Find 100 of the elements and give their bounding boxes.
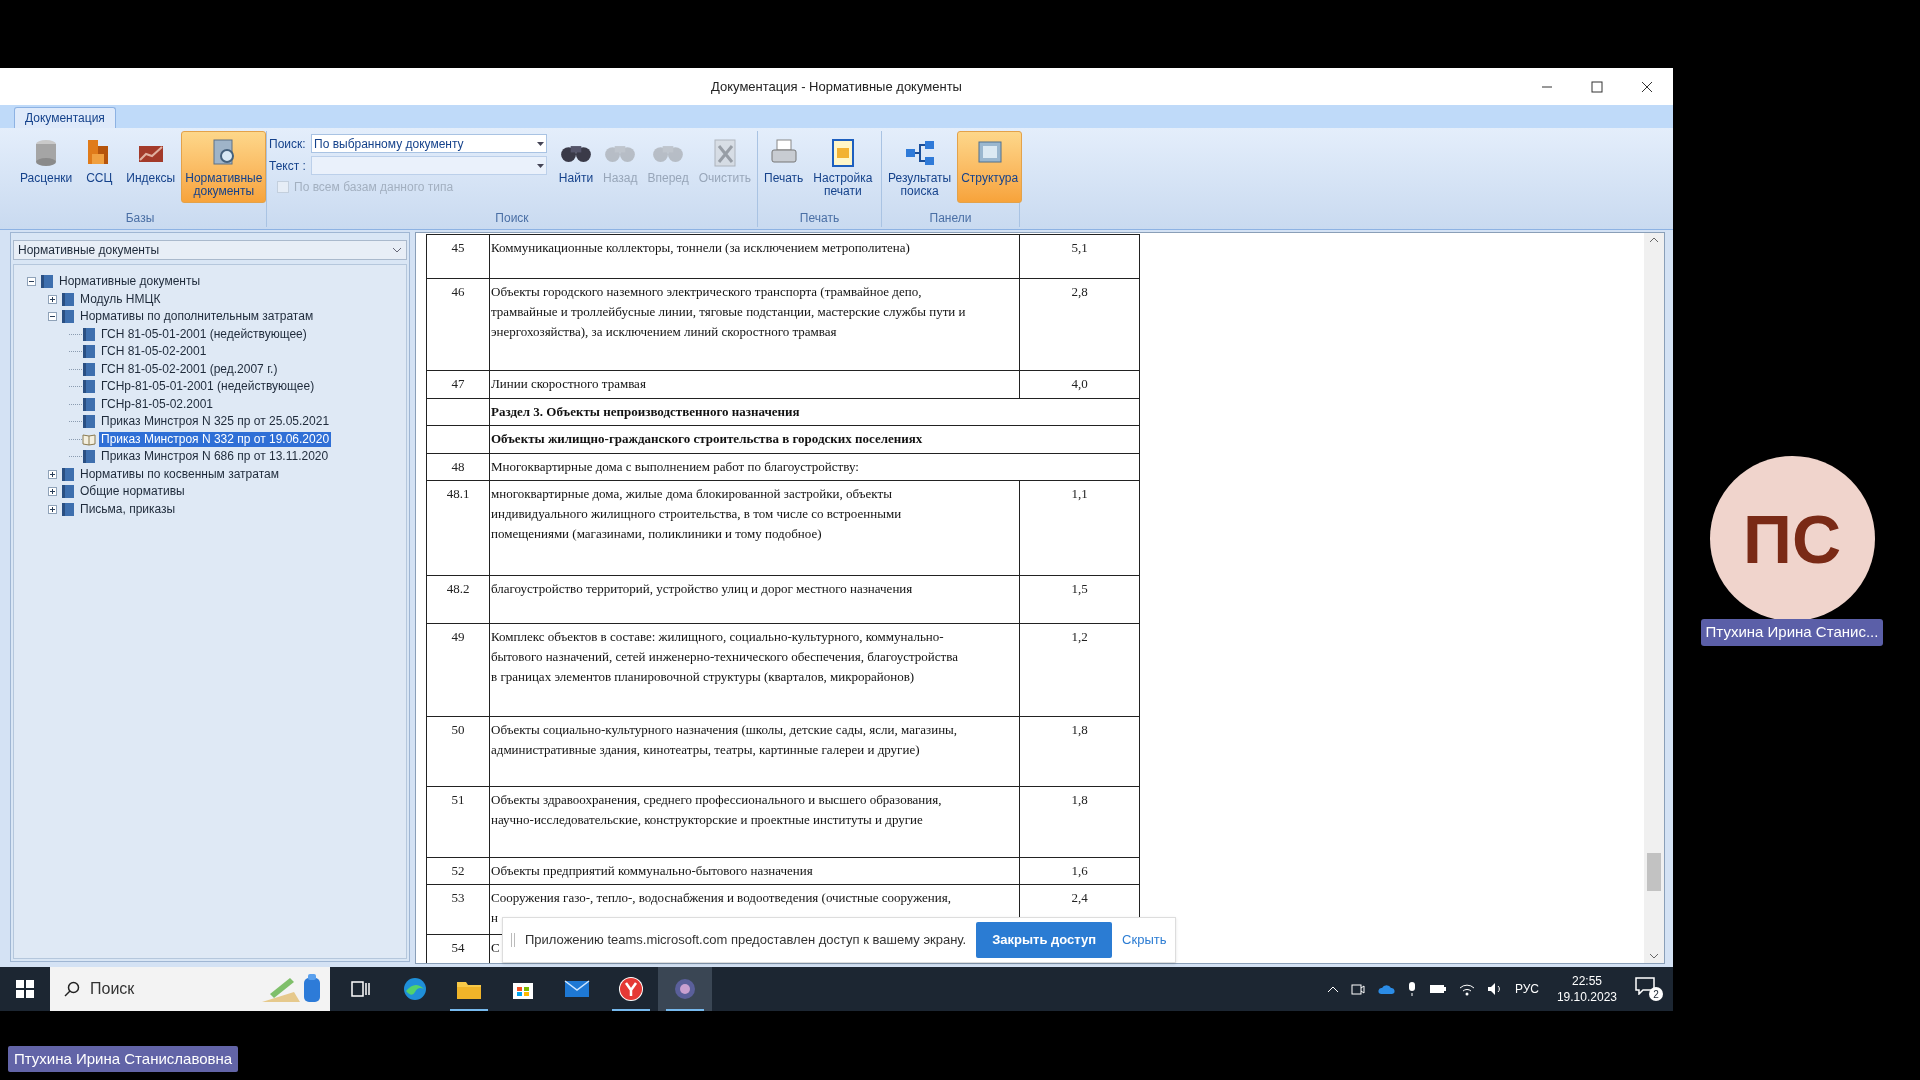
row-description-line: Объекты городского наземного электрического транспорта (трамвайное депо, [491, 283, 922, 301]
tree-item[interactable]: Нормативные документы [57, 274, 203, 290]
tree-item[interactable]: ГСНр-81-05-01-2001 (недействующее) [99, 379, 317, 395]
row-description-line: трамвайные и троллейбусные линии, тяговые подстанции, мастерские службы пути и [491, 303, 966, 321]
language-indicator[interactable]: РУС [1514, 980, 1539, 998]
row-description-line: энергохозяйства), за исключением линий скоростного трамвая [491, 323, 837, 341]
ribbon-button[interactable]: Печать [760, 131, 808, 203]
book-icon [82, 344, 96, 360]
group-label: Печать [798, 211, 841, 227]
row-number: 48 [451, 458, 465, 475]
notification-icon[interactable] [1635, 977, 1655, 995]
ribbon-button[interactable]: Найти [554, 131, 598, 203]
tree-item[interactable]: ГСН 81-05-02-2001 [99, 344, 209, 360]
field-label: Текст : [269, 157, 307, 175]
row-value: 2,8 [1071, 283, 1088, 300]
book-icon [40, 274, 54, 290]
search-dropdown[interactable]: По выбранному документу [311, 134, 547, 153]
row-value: 1,1 [1071, 485, 1088, 502]
expand-icon[interactable] [48, 504, 57, 514]
group-label: Поиск [494, 211, 530, 227]
row-number: 50 [451, 721, 465, 738]
ribbon-button[interactable]: Настройка печати [809, 131, 877, 203]
row-description-line: Многоквартирные дома с выполнением работ по благоустройству: [491, 458, 859, 476]
row-value: 1,5 [1071, 580, 1088, 597]
ribbon-tab[interactable]: Документация [14, 107, 116, 128]
book-icon [61, 501, 75, 517]
collapse-icon[interactable] [27, 277, 36, 287]
tree-item[interactable]: Письма, приказы [78, 501, 178, 517]
book-icon [61, 466, 75, 482]
drag-handle-icon[interactable] [511, 933, 515, 947]
row-description-line: С [491, 939, 500, 957]
row-number: 48.2 [446, 580, 470, 597]
taskbar-search-field[interactable]: Поиск [50, 967, 330, 1011]
hide-link[interactable]: Скрыть [1122, 930, 1167, 950]
open-book-icon [82, 432, 96, 447]
chevron-up-icon[interactable] [1326, 985, 1339, 993]
stop-sharing-button[interactable]: Закрыть доступ [976, 922, 1113, 958]
ribbon-button[interactable]: Расценки [16, 131, 77, 203]
tree-item[interactable]: ГСН 81-05-02-2001 (ред.2007 г.) [99, 361, 280, 377]
windows-logo-icon [16, 980, 34, 998]
tree-item[interactable]: ГСН 81-05-01-2001 (недействующее) [99, 326, 309, 342]
row-value: 1,2 [1071, 628, 1088, 645]
row-description-line: бытового назначений, сетей инженерно-технического обеспечения, благоустройства [491, 648, 959, 666]
text-field[interactable] [311, 156, 547, 175]
tree-item[interactable]: Приказ Минстроя N 686 пр от 13.11.2020 [99, 449, 331, 465]
browser-icon [402, 976, 428, 1002]
book-icon [82, 396, 96, 412]
row-value: 2,4 [1071, 889, 1088, 906]
participant-name-label: Птухина Ирина Станис... [1700, 619, 1884, 646]
row-number: 54 [451, 939, 465, 956]
tree-item[interactable]: ГСНр-81-05-02.2001 [99, 396, 216, 412]
mail-icon [564, 979, 590, 999]
row-description-line: Коммуникационные коллекторы, тоннели (за исключением метрополитена) [491, 239, 910, 257]
scroll-thumb[interactable] [1647, 853, 1661, 891]
row-value: 4,0 [1071, 375, 1088, 392]
search-icon [64, 981, 80, 997]
binoculars-icon [653, 144, 684, 162]
ribbon-button[interactable]: Нормативные документы [181, 131, 267, 203]
camera-icon[interactable] [1350, 982, 1365, 996]
ribbon-button[interactable]: Результаты поиска [884, 131, 956, 203]
row-description-line: Линии скоростного трамвая [491, 375, 646, 393]
clock[interactable]: 22:55 19.10.2023 [1550, 973, 1623, 1005]
row-description-line: Сооружения газо-, тепло-, водоснабжения и водоотведения (очистные сооружения, [491, 889, 951, 907]
collapse-icon[interactable] [48, 312, 57, 322]
row-description-line: научно-исследовательские, конструкторские и проектные институты и другие [491, 811, 923, 829]
battery-icon[interactable] [1428, 984, 1447, 994]
row-description-line: Комплекс объектов в составе: жилищного, социально-культурного, коммунально- [491, 628, 944, 646]
expand-icon[interactable] [48, 469, 57, 479]
browser-y-icon [618, 976, 644, 1002]
row-description-line: благоустройство территорий, устройство улиц и дорог местного назначения [491, 580, 913, 598]
tree-item[interactable]: Приказ Минстроя N 332 пр от 19.06.2020 [99, 431, 332, 447]
row-number: 46 [451, 283, 465, 300]
book-icon [82, 449, 96, 465]
row-description-line: административные здания, кинотеатры, театры, картинные галереи и другие) [491, 741, 920, 759]
speaker-icon[interactable] [1486, 982, 1503, 996]
expand-icon[interactable] [48, 487, 57, 497]
row-number: 52 [451, 862, 465, 879]
wifi-icon[interactable] [1458, 982, 1475, 996]
scroll-up-icon[interactable] [1649, 237, 1659, 243]
tree-item[interactable]: Нормативы по косвенным затратам [78, 466, 281, 482]
tree-item[interactable]: Приказ Минстроя N 325 пр от 25.05.2021 [99, 414, 332, 430]
selector-dropdown[interactable]: Нормативные документы [13, 240, 407, 260]
book-icon [82, 326, 96, 342]
ribbon-button[interactable]: Структура [957, 131, 1023, 203]
notification-count: 2 [1649, 987, 1663, 1001]
book-icon [61, 291, 75, 307]
dropdown-caret-icon [536, 141, 544, 146]
tree-item[interactable]: Модуль НМЦК [78, 291, 163, 307]
tree-item[interactable]: Общие нормативы [78, 484, 187, 500]
ribbon-button[interactable]: ССЦ [78, 131, 121, 203]
expand-icon[interactable] [48, 294, 57, 304]
window-title: Документация - Нормативные документы [711, 77, 962, 96]
microphone-icon[interactable] [1406, 981, 1417, 997]
group-label: Панели [928, 211, 973, 227]
ribbon-button[interactable]: Индексы [122, 131, 180, 203]
scroll-down-icon[interactable] [1649, 953, 1659, 959]
cloud-icon[interactable] [1376, 983, 1395, 995]
scrollbar[interactable] [1644, 233, 1664, 963]
row-description-line: Объекты здравоохранения, среднего профессионального и высшего образования, [491, 791, 942, 809]
tree-item[interactable]: Нормативы по дополнительным затратам [78, 309, 316, 325]
